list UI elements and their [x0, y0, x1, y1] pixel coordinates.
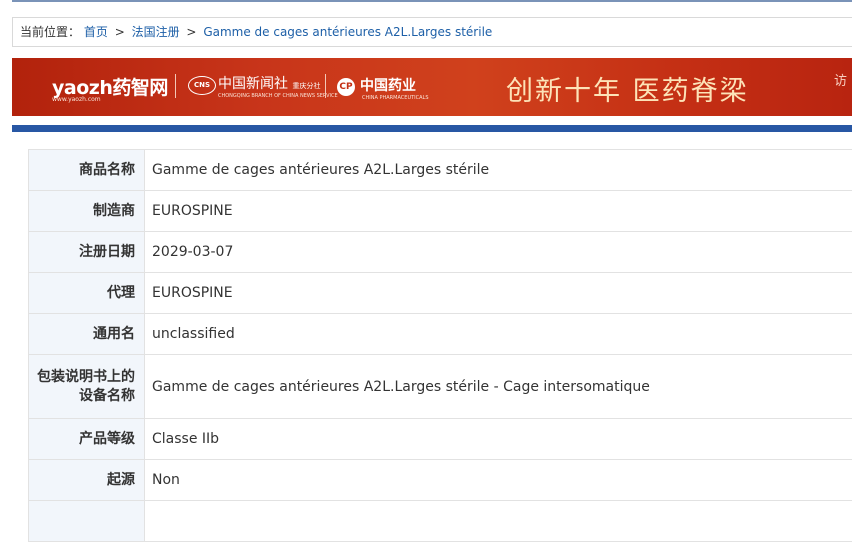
breadcrumb-prefix: 当前位置： [20, 25, 80, 39]
table-row: 包装说明书上的设备名称 Gamme de cages antérieures A… [29, 355, 852, 419]
row-value: Gamme de cages antérieures A2L.Larges st… [145, 150, 852, 191]
yaozh-logo-url: www.yaozh.com [52, 96, 101, 103]
cns-name: 中国新闻社 重庆分社 [218, 73, 320, 93]
cns-name-text: 中国新闻社 [218, 76, 288, 92]
row-value: 2029-03-07 [145, 232, 852, 273]
breadcrumb-home-link[interactable]: 首页 [84, 25, 108, 39]
top-divider [12, 0, 852, 2]
cns-logo-icon: CNS [188, 76, 216, 95]
row-label: 产品等级 [29, 419, 145, 460]
cns-subtitle: CHONGQING BRANCH OF CHINA NEWS SERVICE [218, 93, 338, 99]
row-label: 包装说明书上的设备名称 [29, 355, 145, 419]
section-header-bar [12, 125, 852, 132]
row-label: 通用名 [29, 314, 145, 355]
breadcrumb: 当前位置： 首页 > 法国注册 > Gamme de cages antérie… [12, 17, 852, 47]
row-value: EUROSPINE [145, 273, 852, 314]
row-label: 代理 [29, 273, 145, 314]
breadcrumb-france-registration-link[interactable]: 法国注册 [132, 25, 180, 39]
breadcrumb-current: Gamme de cages antérieures A2L.Larges st… [203, 25, 492, 39]
row-value: EUROSPINE [145, 191, 852, 232]
breadcrumb-separator: > [115, 25, 125, 39]
row-label: 注册日期 [29, 232, 145, 273]
row-label: 商品名称 [29, 150, 145, 191]
table-row: 制造商 EUROSPINE [29, 191, 852, 232]
table-row: 注册日期 2029-03-07 [29, 232, 852, 273]
table-row: 商品名称 Gamme de cages antérieures A2L.Larg… [29, 150, 852, 191]
row-label: 起源 [29, 460, 145, 501]
table-row [29, 501, 852, 542]
breadcrumb-separator: > [186, 25, 196, 39]
table-row: 代理 EUROSPINE [29, 273, 852, 314]
banner-slogan-tail: 访 [834, 70, 847, 89]
table-row: 产品等级 Classe IIb [29, 419, 852, 460]
product-details-table: 商品名称 Gamme de cages antérieures A2L.Larg… [28, 149, 852, 542]
row-label: 制造商 [29, 191, 145, 232]
china-pharma-subtitle: CHINA PHARMACEUTICALS [362, 95, 429, 101]
row-value: Non [145, 460, 852, 501]
row-value: Gamme de cages antérieures A2L.Larges st… [145, 355, 852, 419]
row-label [29, 501, 145, 542]
banner-divider [175, 74, 176, 98]
row-value: unclassified [145, 314, 852, 355]
banner-divider [325, 74, 326, 98]
banner-slogan: 创新十年 医药脊梁 [506, 69, 749, 108]
row-value: Classe IIb [145, 419, 852, 460]
china-pharma-logo-icon: CP [337, 78, 355, 96]
row-value [145, 501, 852, 542]
table-row: 通用名 unclassified [29, 314, 852, 355]
promo-banner[interactable]: yaozh药智网 www.yaozh.com CNS 中国新闻社 重庆分社 CH… [12, 58, 852, 116]
china-pharma-name: 中国药业 [360, 75, 416, 95]
table-row: 起源 Non [29, 460, 852, 501]
cns-branch-text: 重庆分社 [292, 82, 320, 90]
